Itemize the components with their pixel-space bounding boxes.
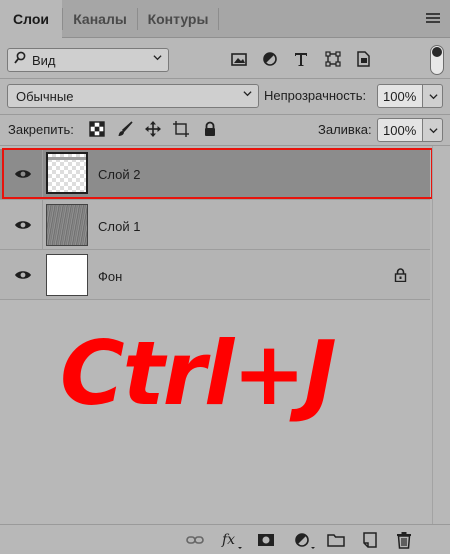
divider — [0, 145, 450, 146]
tab-channels[interactable]: Каналы — [63, 0, 137, 38]
lock-image-pixels-icon[interactable] — [117, 121, 133, 137]
trash-icon[interactable] — [395, 531, 413, 549]
fill-dropdown-button[interactable] — [423, 118, 443, 142]
filter-toggle-knob — [432, 47, 442, 57]
filter-kind-label: Вид — [32, 53, 56, 68]
fill-input[interactable]: 100% — [377, 118, 423, 142]
lock-position-icon[interactable] — [145, 121, 161, 137]
tab-paths[interactable]: Контуры — [138, 0, 218, 38]
bottom-toolbar: fx — [0, 524, 450, 554]
layer-name[interactable]: Фон — [98, 269, 122, 284]
image-filter-icon[interactable] — [230, 50, 248, 68]
eye-icon[interactable] — [14, 269, 32, 281]
layer-name[interactable]: Слой 1 — [98, 219, 140, 234]
layer-separator — [0, 299, 430, 300]
tab-layers[interactable]: Слои — [0, 0, 62, 39]
group-folder-icon[interactable] — [327, 531, 345, 549]
smart-object-filter-icon[interactable] — [354, 50, 372, 68]
opacity-input[interactable]: 100% — [377, 84, 423, 108]
divider — [0, 78, 450, 79]
scrollbar[interactable] — [432, 146, 450, 524]
type-filter-icon[interactable] — [292, 50, 310, 68]
selection-highlight-frame — [2, 148, 433, 199]
chevron-down-icon — [429, 94, 438, 100]
adjustment-filter-icon[interactable] — [261, 50, 279, 68]
layer-thumbnail[interactable] — [46, 254, 88, 296]
tab-separator — [218, 8, 219, 30]
layer-lock-icon[interactable] — [394, 268, 407, 282]
svg-text:fx: fx — [221, 532, 235, 548]
fx-icon[interactable]: fx — [220, 531, 244, 549]
chevron-down-icon — [243, 91, 252, 97]
eye-icon[interactable] — [14, 219, 32, 231]
link-layers-icon[interactable] — [186, 531, 204, 549]
overlay-hotkey-text: Ctrl+J — [60, 322, 337, 425]
panel-menu-icon[interactable] — [426, 13, 440, 23]
layer-thumbnail[interactable] — [46, 204, 88, 246]
chevron-down-icon — [153, 55, 162, 61]
blend-mode-dropdown[interactable]: Обычные — [7, 84, 259, 108]
lock-all-icon[interactable] — [202, 121, 218, 137]
layers-panel: Слои Каналы Контуры Вид Обычные Непрозра… — [0, 0, 450, 554]
tab-bar: Слои Каналы Контуры — [0, 0, 450, 39]
new-layer-icon[interactable] — [361, 531, 379, 549]
opacity-dropdown-button[interactable] — [423, 84, 443, 108]
lock-artboard-icon[interactable] — [173, 121, 189, 137]
blend-mode-label: Обычные — [16, 89, 74, 104]
layer-row-background[interactable]: Фон — [0, 250, 430, 300]
layer-mask-icon[interactable] — [257, 531, 275, 549]
divider — [0, 114, 450, 115]
fill-label: Заливка: — [318, 122, 372, 137]
shape-filter-icon[interactable] — [324, 50, 342, 68]
lock-label: Закрепить: — [8, 122, 74, 137]
fill-value: 100% — [383, 123, 417, 138]
layer-filter-dropdown[interactable]: Вид — [7, 48, 169, 72]
opacity-label: Непрозрачность: — [264, 88, 367, 103]
opacity-value: 100% — [383, 89, 417, 104]
lock-transparent-pixels-icon[interactable] — [89, 121, 105, 137]
search-icon — [14, 51, 26, 68]
chevron-down-icon — [429, 128, 438, 134]
layer-row-layer-1[interactable]: Слой 1 — [0, 200, 430, 250]
adjustment-layer-icon[interactable] — [293, 531, 317, 549]
